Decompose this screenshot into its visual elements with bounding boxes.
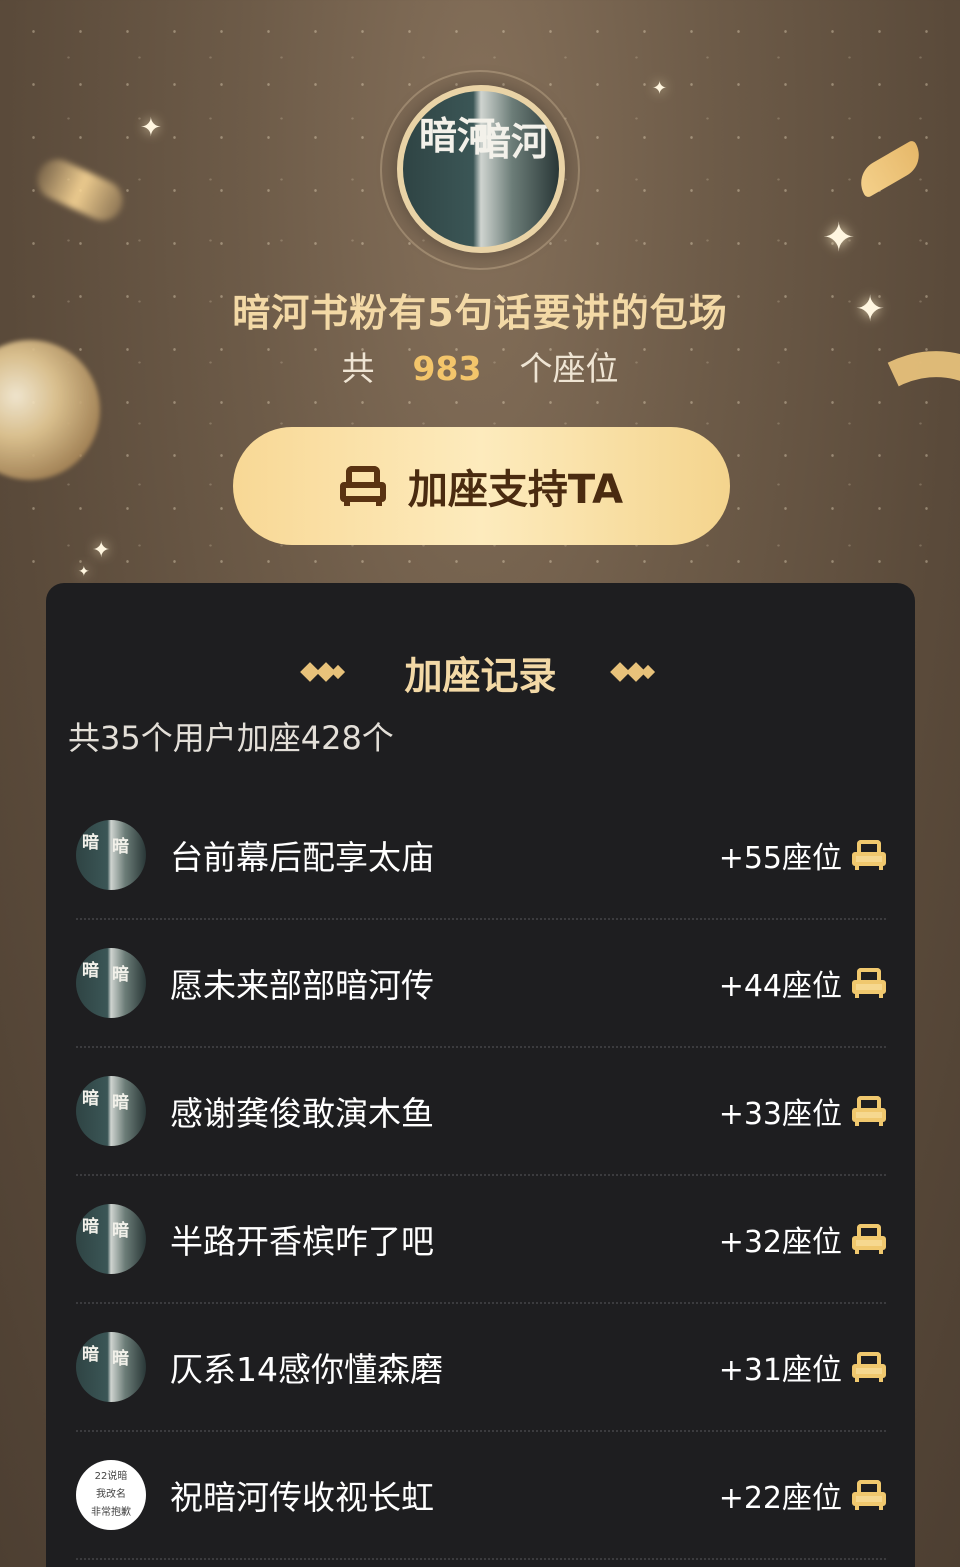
sofa-icon: [852, 840, 886, 870]
sofa-icon: [852, 1096, 886, 1126]
list-item[interactable]: 暗暗 台前幕后配享太庙 +55座位: [76, 792, 886, 920]
sofa-icon: [339, 466, 386, 506]
avatar-text-line: 非常抱歉: [91, 1507, 131, 1518]
list-item[interactable]: 22说暗 我改名 非常抱歉 祝暗河传收视长虹 +22座位: [76, 1432, 886, 1560]
user-avatar: 22说暗 我改名 非常抱歉: [76, 1460, 146, 1530]
sparkle-icon: ✦: [822, 215, 856, 261]
user-name: 仄系14感你懂森磨: [170, 1350, 443, 1389]
sofa-icon: [852, 1352, 886, 1382]
seat-total: 共 983 个座位: [0, 342, 960, 390]
avatar-cover-text: 暗河: [473, 119, 550, 164]
sparkle-icon: ✦: [652, 78, 668, 99]
seat-count: +33座位: [718, 1097, 842, 1132]
sofa-icon: [852, 1480, 886, 1510]
user-name: 愿未来部部暗河传: [170, 966, 434, 1005]
records-panel: 加座记录 共35个用户加座428个 暗暗 台前幕后配享太庙 +55座位 暗暗 愿…: [46, 583, 915, 1567]
user-name: 祝暗河传收视长虹: [170, 1478, 434, 1517]
seat-count: +55座位: [718, 841, 842, 876]
avatar-text-line: 22说暗: [94, 1471, 128, 1482]
seat-suffix: 个座位: [519, 349, 619, 388]
add-seat-label: 加座支持TA: [407, 467, 624, 513]
user-avatar: 暗暗: [76, 1076, 146, 1146]
user-avatar: 暗暗: [76, 1332, 146, 1402]
seat-count: +32座位: [718, 1225, 842, 1260]
event-title: 暗河书粉有5句话要讲的包场: [232, 291, 728, 335]
list-item[interactable]: 暗暗 感谢龚俊敢演木鱼 +33座位: [76, 1048, 886, 1176]
user-name: 半路开香槟咋了吧: [170, 1222, 434, 1261]
seat-count: +31座位: [718, 1353, 842, 1388]
diamond-icon: [610, 662, 661, 682]
sofa-icon: [852, 968, 886, 998]
seat-count: +22座位: [718, 1481, 842, 1516]
list-item[interactable]: 暗暗 半路开香槟咋了吧 +32座位: [76, 1176, 886, 1304]
user-avatar: 暗暗: [76, 1204, 146, 1274]
ribbon-decoration: [852, 139, 928, 199]
user-name: 台前幕后配享太庙: [170, 838, 434, 877]
user-name: 感谢龚俊敢演木鱼: [170, 1094, 434, 1133]
seat-count: +44座位: [718, 969, 842, 1004]
host-avatar[interactable]: 暗河 暗河: [397, 85, 565, 253]
sparkle-icon: ✦: [78, 564, 90, 580]
list-item[interactable]: 暗暗 仄系14感你懂森磨 +31座位: [76, 1304, 886, 1432]
sparkle-icon: ✦: [140, 113, 162, 143]
records-summary: 共35个用户加座428个: [68, 719, 394, 757]
seat-prefix: 共: [341, 349, 375, 388]
records-title: 加座记录: [404, 654, 557, 698]
sparkle-icon: ✦: [92, 538, 111, 563]
sofa-icon: [852, 1224, 886, 1254]
add-seat-button[interactable]: 加座支持TA: [233, 427, 730, 545]
list-item[interactable]: 暗暗 愿未来部部暗河传 +44座位: [76, 920, 886, 1048]
seat-count: 983: [412, 349, 482, 388]
user-avatar: 暗暗: [76, 948, 146, 1018]
ribbon-decoration: [30, 152, 130, 228]
user-avatar: 暗暗: [76, 820, 146, 890]
avatar-text-line: 我改名: [96, 1489, 126, 1500]
